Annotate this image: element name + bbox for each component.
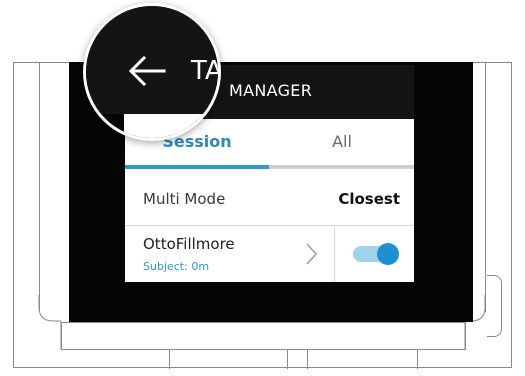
row-separator (334, 227, 335, 282)
row-divider (125, 225, 414, 226)
device-outline (61, 349, 465, 350)
magnified-tab-area (124, 114, 218, 138)
device-outline (417, 349, 418, 369)
header-title: MANAGER (229, 81, 313, 100)
subject-row[interactable]: OttoFillmore Subject: 0m (125, 227, 414, 282)
magnified-title: TA (191, 56, 221, 86)
subject-name: OttoFillmore (143, 235, 235, 253)
magnifier-callout: TA (83, 3, 221, 141)
device-bevel-left (38, 295, 62, 349)
tab-all[interactable]: All (270, 119, 414, 165)
multi-mode-row[interactable]: Multi Mode Closest (125, 175, 414, 224)
device-outline (61, 322, 465, 323)
toggle-knob (377, 243, 399, 265)
device-outline (39, 62, 40, 312)
device-outline (13, 367, 512, 368)
device-outline (485, 62, 486, 312)
device-outline (307, 349, 308, 369)
device-outline (287, 349, 288, 369)
subject-detail: Subject: 0m (143, 260, 210, 273)
device-outline (169, 349, 170, 369)
tab-indicator (125, 165, 269, 169)
chevron-right-icon[interactable] (305, 241, 319, 273)
subject-toggle[interactable] (353, 243, 399, 265)
device-clip (487, 275, 502, 337)
multi-mode-label: Multi Mode (143, 190, 226, 208)
arrow-left-icon[interactable] (128, 54, 168, 94)
multi-mode-value: Closest (338, 190, 400, 208)
